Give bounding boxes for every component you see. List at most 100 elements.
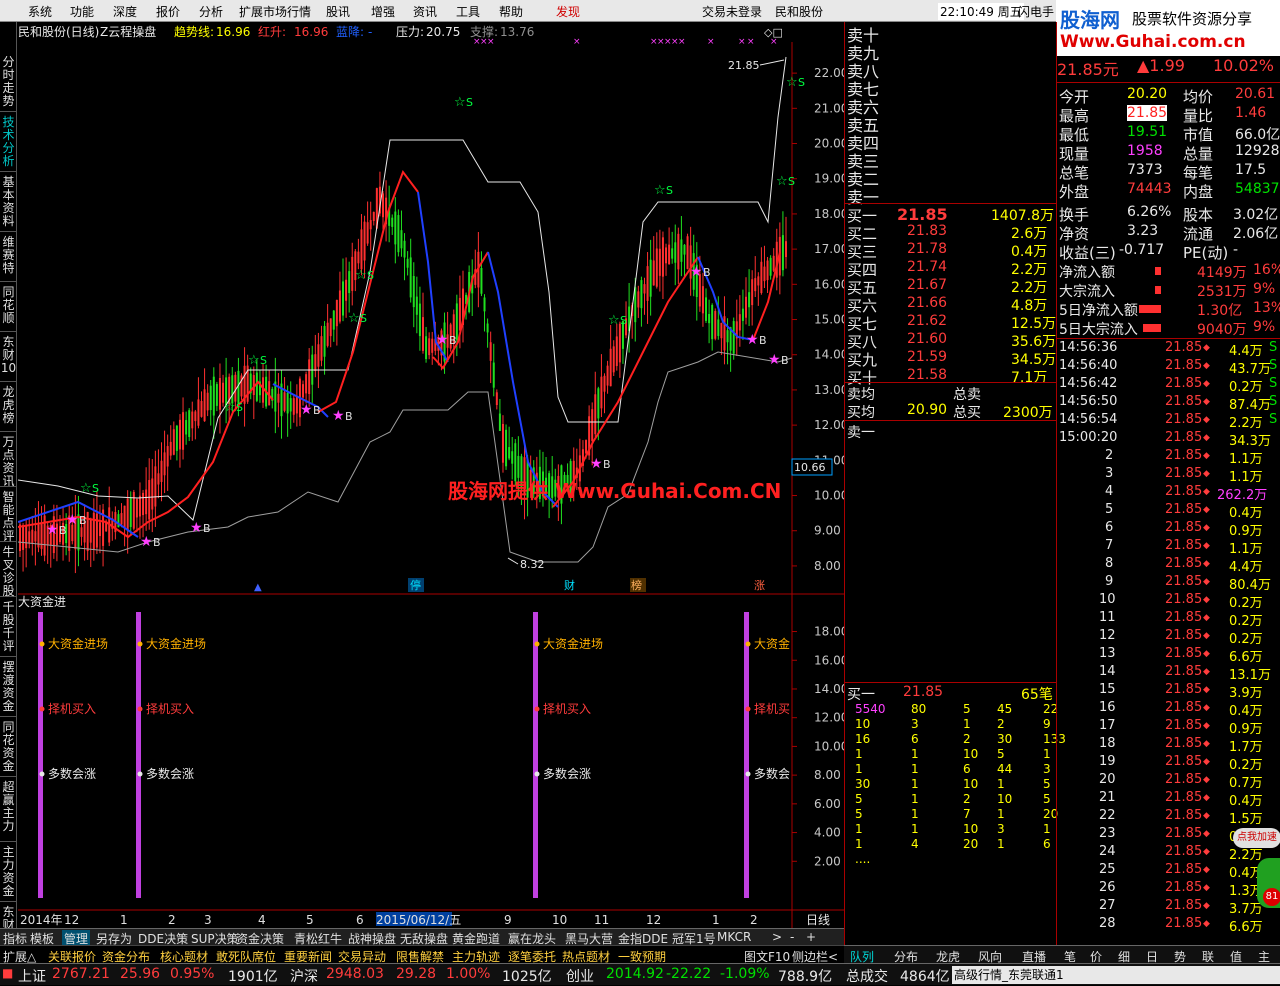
side-tab-smart-review[interactable]: 智能点评 bbox=[0, 487, 17, 543]
sell-level-row[interactable]: 卖十 bbox=[845, 22, 1057, 45]
sell-level-row[interactable]: 卖二 bbox=[845, 166, 1057, 189]
side-tab-basic[interactable]: 基本资料 bbox=[0, 172, 17, 232]
sell-level-row[interactable]: 卖六 bbox=[845, 94, 1057, 117]
sell-level-row[interactable]: 卖七 bbox=[845, 76, 1057, 99]
period-label[interactable]: 日线 bbox=[806, 913, 830, 927]
tick-price: 21.85 bbox=[1165, 898, 1203, 913]
hs-label[interactable]: 沪深 bbox=[290, 966, 318, 986]
buy-level-row[interactable]: 买八 21.60 35.6万 bbox=[845, 331, 1057, 351]
side-tab-ths[interactable]: 同花顺 bbox=[0, 282, 17, 332]
side-tab-ths-funds[interactable]: 同花资金 bbox=[0, 717, 17, 777]
side-tab-vst[interactable]: 维赛特 bbox=[0, 232, 17, 282]
menu-stock-news[interactable]: 股讯 bbox=[326, 3, 350, 20]
buy-level-row[interactable]: 买四 21.74 2.2万 bbox=[845, 259, 1057, 279]
candle-body bbox=[277, 393, 280, 403]
y-tick-label: 9.00 bbox=[814, 524, 841, 538]
candle-body bbox=[148, 480, 151, 520]
menu-extended-market[interactable]: 扩展市场行情 bbox=[239, 3, 311, 20]
menu-discover[interactable]: 发现 bbox=[556, 3, 580, 20]
menu-tools[interactable]: 工具 bbox=[456, 3, 480, 20]
event-limit-up[interactable]: 涨 bbox=[754, 579, 765, 592]
tick-dot-icon: ◆ bbox=[1203, 415, 1210, 425]
indicator-tab[interactable]: > bbox=[772, 930, 782, 944]
tick-price: 21.85 bbox=[1165, 628, 1203, 643]
event-dragon[interactable]: 榜 bbox=[631, 578, 642, 592]
sell-level-row[interactable]: 卖四 bbox=[845, 130, 1057, 153]
menu-info[interactable]: 资讯 bbox=[413, 3, 437, 20]
buy-level-row[interactable]: 买五 21.67 2.2万 bbox=[845, 277, 1057, 297]
candle-body bbox=[342, 281, 345, 316]
indicator-tab[interactable]: MKCR bbox=[717, 930, 751, 944]
sell-signal-label: S bbox=[260, 354, 267, 367]
menu-analysis[interactable]: 分析 bbox=[199, 3, 223, 20]
chart-area[interactable]: 民和股份(日线) Z云程操盘 趋势线: 16.96 红升: 16.96 蓝降: … bbox=[17, 22, 848, 932]
fund-signal-label: 多数会 bbox=[754, 766, 790, 781]
candle-body bbox=[366, 222, 369, 244]
menu-system[interactable]: 系统 bbox=[28, 3, 52, 20]
cy-label[interactable]: 创业 bbox=[566, 966, 594, 986]
fund-signal-dot bbox=[137, 706, 143, 712]
indicator-tab[interactable]: - bbox=[790, 930, 794, 944]
sell-signal-label: S bbox=[620, 314, 627, 327]
broker-name: 民和股份 bbox=[775, 5, 824, 19]
candle-body bbox=[643, 284, 646, 294]
sell-level-row[interactable]: 卖一 bbox=[845, 184, 1057, 207]
tick-dot-icon: ◆ bbox=[1203, 775, 1210, 785]
side-tab-ferry-funds[interactable]: 摆渡资金 bbox=[0, 657, 17, 717]
ticker-ad[interactable]: 高级行情_东莞联通1 bbox=[952, 966, 1280, 984]
menu-quote[interactable]: 报价 bbox=[156, 3, 180, 20]
login-status[interactable]: 交易未登录 bbox=[702, 3, 762, 20]
menu-help[interactable]: 帮助 bbox=[499, 3, 523, 20]
event-finance[interactable]: 财 bbox=[564, 578, 575, 592]
candle-body bbox=[421, 317, 424, 351]
side-tab-stock-review[interactable]: 千股千评 bbox=[0, 597, 17, 657]
candle-body bbox=[726, 330, 729, 343]
buy-level-price: 21.83 bbox=[907, 223, 948, 239]
sell-level-row[interactable]: 卖九 bbox=[845, 40, 1057, 63]
side-tab-eastmoney[interactable]: 东财10 bbox=[0, 332, 17, 382]
sh-label[interactable]: 上证 bbox=[18, 966, 46, 986]
side-tab-super-main[interactable]: 超赢主力 bbox=[0, 777, 17, 842]
side-tab-diagnose[interactable]: 牛叉诊股 bbox=[0, 542, 17, 598]
menu-function[interactable]: 功能 bbox=[70, 3, 94, 20]
indicator-tab[interactable]: + bbox=[806, 930, 816, 944]
tick-volume: 43.7万 bbox=[1229, 362, 1271, 377]
candle-body bbox=[363, 221, 366, 261]
buy-level-row[interactable]: 买九 21.59 34.5万 bbox=[845, 349, 1057, 369]
sell-level-row[interactable]: 卖八 bbox=[845, 58, 1057, 81]
side-tab-technical[interactable]: 技术分析 bbox=[0, 112, 17, 172]
side-tab-dragon[interactable]: 龙虎榜 bbox=[0, 382, 17, 432]
side-tab-wandian[interactable]: 万点资讯 bbox=[0, 432, 17, 488]
tick-price: 21.85 bbox=[1165, 340, 1203, 355]
y-tick-label: 15.00 bbox=[814, 313, 844, 327]
sell-level-row[interactable]: 卖五 bbox=[845, 112, 1057, 135]
buy-level-row[interactable]: 买三 21.78 0.4万 bbox=[845, 241, 1057, 261]
candle-body bbox=[163, 452, 166, 476]
menu-enhance[interactable]: 增强 bbox=[371, 3, 395, 20]
fund-signal-label: 多数会涨 bbox=[146, 766, 194, 781]
stat-label: 外盘 bbox=[1059, 183, 1090, 201]
event-suspend[interactable]: 停 bbox=[410, 578, 421, 592]
tick-dot-icon: ◆ bbox=[1203, 667, 1210, 677]
tick-row: 4 21.85 ◆ 262.2万 bbox=[1057, 484, 1280, 503]
candle-body bbox=[292, 398, 295, 415]
tick-row: 15 21.85 ◆ 3.9万 bbox=[1057, 682, 1280, 701]
counter-badge[interactable]: 81 bbox=[1263, 888, 1280, 906]
side-tab-main-funds[interactable]: 主力资金 bbox=[0, 842, 17, 902]
top-marker-icon: × bbox=[678, 37, 686, 47]
kline-chart[interactable]: 民和股份(日线) Z云程操盘 趋势线: 16.96 红升: 16.96 蓝降: … bbox=[17, 22, 848, 928]
buy-level-row[interactable]: 买一 21.85 1407.8万 bbox=[845, 205, 1057, 225]
menu-depth[interactable]: 深度 bbox=[113, 3, 137, 20]
buy-level-row[interactable]: 买六 21.66 4.8万 bbox=[845, 295, 1057, 315]
tick-volume: 0.4万 bbox=[1229, 506, 1263, 521]
flash-trade-button[interactable]: 闪电手 bbox=[1018, 3, 1054, 20]
sell-level-row[interactable]: 卖三 bbox=[845, 148, 1057, 171]
buy-level-row[interactable]: 买七 21.62 12.5万 bbox=[845, 313, 1057, 333]
speedup-badge[interactable]: 点我加速 bbox=[1233, 828, 1280, 848]
buy-level-row[interactable]: 买二 21.83 2.6万 bbox=[845, 223, 1057, 243]
candle-body bbox=[745, 296, 748, 318]
candle-body bbox=[705, 297, 708, 321]
side-tab-intraday[interactable]: 分时走势 bbox=[0, 52, 17, 112]
candle-body bbox=[283, 392, 286, 411]
x-tick-label: 5 bbox=[306, 913, 314, 927]
